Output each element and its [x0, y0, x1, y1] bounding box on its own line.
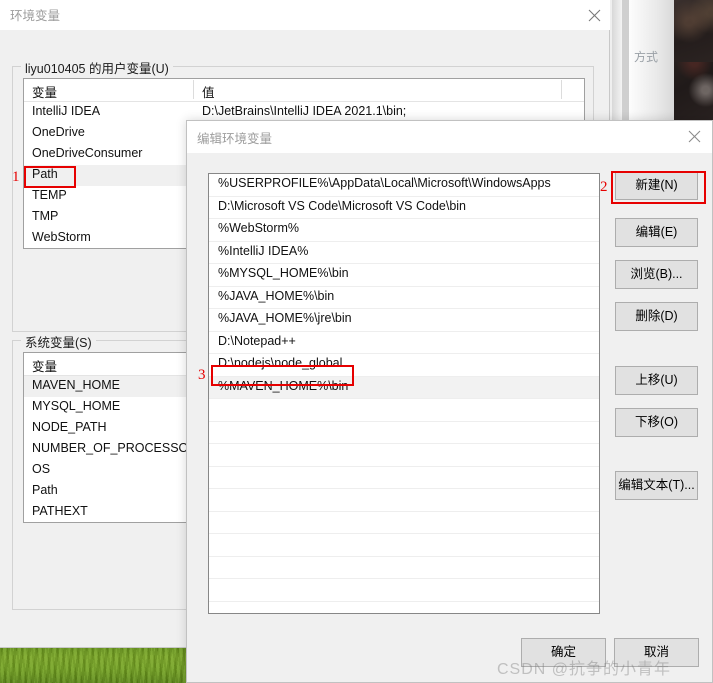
list-item[interactable]: %WebStorm% [209, 219, 599, 242]
list-item[interactable] [209, 579, 599, 602]
background-window-label: 方式 [634, 50, 659, 64]
list-item[interactable] [209, 399, 599, 422]
path-entry-text: %JAVA_HOME%\bin [218, 288, 335, 303]
list-item[interactable] [209, 602, 599, 614]
close-icon[interactable] [672, 121, 713, 150]
close-icon[interactable] [572, 0, 617, 29]
path-entry-text: %IntelliJ IDEA% [218, 243, 309, 258]
user-variables-header: 变量 值 [24, 79, 584, 102]
column-header-variable[interactable]: 变量 [32, 82, 57, 101]
variable-name-cell: PATHEXT [32, 504, 88, 518]
environment-variables-title: 环境变量 [10, 9, 61, 23]
list-item[interactable]: %IntelliJ IDEA% [209, 242, 599, 264]
system-variables-legend: 系统变量(S) [21, 332, 96, 351]
edit-button[interactable]: 编辑(E) [615, 218, 698, 247]
path-entry-text: %MYSQL_HOME%\bin [218, 266, 349, 280]
list-item[interactable] [209, 489, 599, 512]
variable-name-cell: OneDriveConsumer [32, 146, 143, 160]
environment-variables-titlebar: 环境变量 [0, 0, 610, 30]
list-item[interactable] [209, 512, 599, 534]
path-entry-text: D:\Notepad++ [218, 333, 296, 348]
variable-name-cell: NODE_PATH [32, 420, 107, 434]
variable-name-cell: NUMBER_OF_PROCESSORS [32, 441, 206, 455]
path-entries-list[interactable]: %USERPROFILE%\AppData\Local\Microsoft\Wi… [208, 173, 600, 614]
variable-name-cell: OS [32, 462, 51, 476]
variable-name-cell: Path [32, 483, 58, 497]
background-image-thumbnail [674, 0, 713, 62]
cancel-button[interactable]: 取消 [614, 638, 699, 667]
path-entry-text: D:\Microsoft VS Code\Microsoft VS Code\b… [218, 198, 467, 213]
column-header-variable[interactable]: 变量 [32, 356, 57, 375]
list-item[interactable]: %USERPROFILE%\AppData\Local\Microsoft\Wi… [209, 174, 599, 197]
edit-text-button[interactable]: 编辑文本(T)... [615, 471, 698, 500]
path-entry-text: %JAVA_HOME%\jre\bin [218, 311, 352, 325]
variable-name-cell: TMP [32, 209, 59, 223]
path-entry-text: %WebStorm% [218, 221, 300, 235]
edit-dialog-titlebar: 编辑环境变量 [187, 121, 712, 153]
list-item[interactable]: %JAVA_HOME%\jre\bin [209, 309, 599, 332]
variable-name-cell: MAVEN_HOME [32, 378, 120, 392]
list-item[interactable] [209, 534, 599, 557]
column-divider[interactable] [193, 80, 194, 99]
move-up-button[interactable]: 上移(U) [615, 366, 698, 395]
new-button[interactable]: 新建(N) [615, 171, 698, 200]
path-entry-text: %MAVEN_HOME%\bin [218, 378, 349, 393]
user-variables-legend: liyu010405 的用户变量(U) [21, 58, 173, 77]
move-down-button[interactable]: 下移(O) [615, 408, 698, 437]
edit-environment-variable-dialog: 编辑环境变量 %USERPROFILE%\AppData\Local\Micro… [186, 120, 713, 683]
edit-dialog-title: 编辑环境变量 [197, 132, 273, 146]
variable-name-cell: Path [32, 167, 58, 181]
desktop-wallpaper [0, 648, 188, 683]
delete-button[interactable]: 删除(D) [615, 302, 698, 331]
path-entry-text: D:\nodejs\node_global [218, 356, 343, 370]
browse-button[interactable]: 浏览(B)... [615, 260, 698, 289]
variable-name-cell: MYSQL_HOME [32, 399, 121, 413]
column-divider-right[interactable] [561, 80, 562, 99]
list-item[interactable] [209, 557, 599, 579]
list-item[interactable] [209, 422, 599, 444]
column-header-value[interactable]: 值 [202, 82, 215, 101]
list-item[interactable]: %MAVEN_HOME%\bin [209, 376, 599, 399]
variable-name-cell: OneDrive [32, 125, 85, 139]
list-item[interactable]: D:\nodejs\node_global [209, 354, 599, 377]
variable-name-cell: WebStorm [32, 230, 91, 244]
variable-name-cell: TEMP [32, 188, 67, 202]
list-item[interactable] [209, 444, 599, 467]
path-entry-text: %USERPROFILE%\AppData\Local\Microsoft\Wi… [218, 176, 551, 190]
variable-value-cell: D:\JetBrains\IntelliJ IDEA 2021.1\bin; [202, 104, 407, 118]
variable-name-cell: IntelliJ IDEA [32, 104, 101, 118]
ok-button[interactable]: 确定 [521, 638, 606, 667]
list-item[interactable] [209, 467, 599, 489]
list-item[interactable]: D:\Notepad++ [209, 332, 599, 354]
list-item[interactable]: %JAVA_HOME%\bin [209, 287, 599, 309]
list-item[interactable]: D:\Microsoft VS Code\Microsoft VS Code\b… [209, 197, 599, 219]
list-item[interactable]: %MYSQL_HOME%\bin [209, 264, 599, 287]
